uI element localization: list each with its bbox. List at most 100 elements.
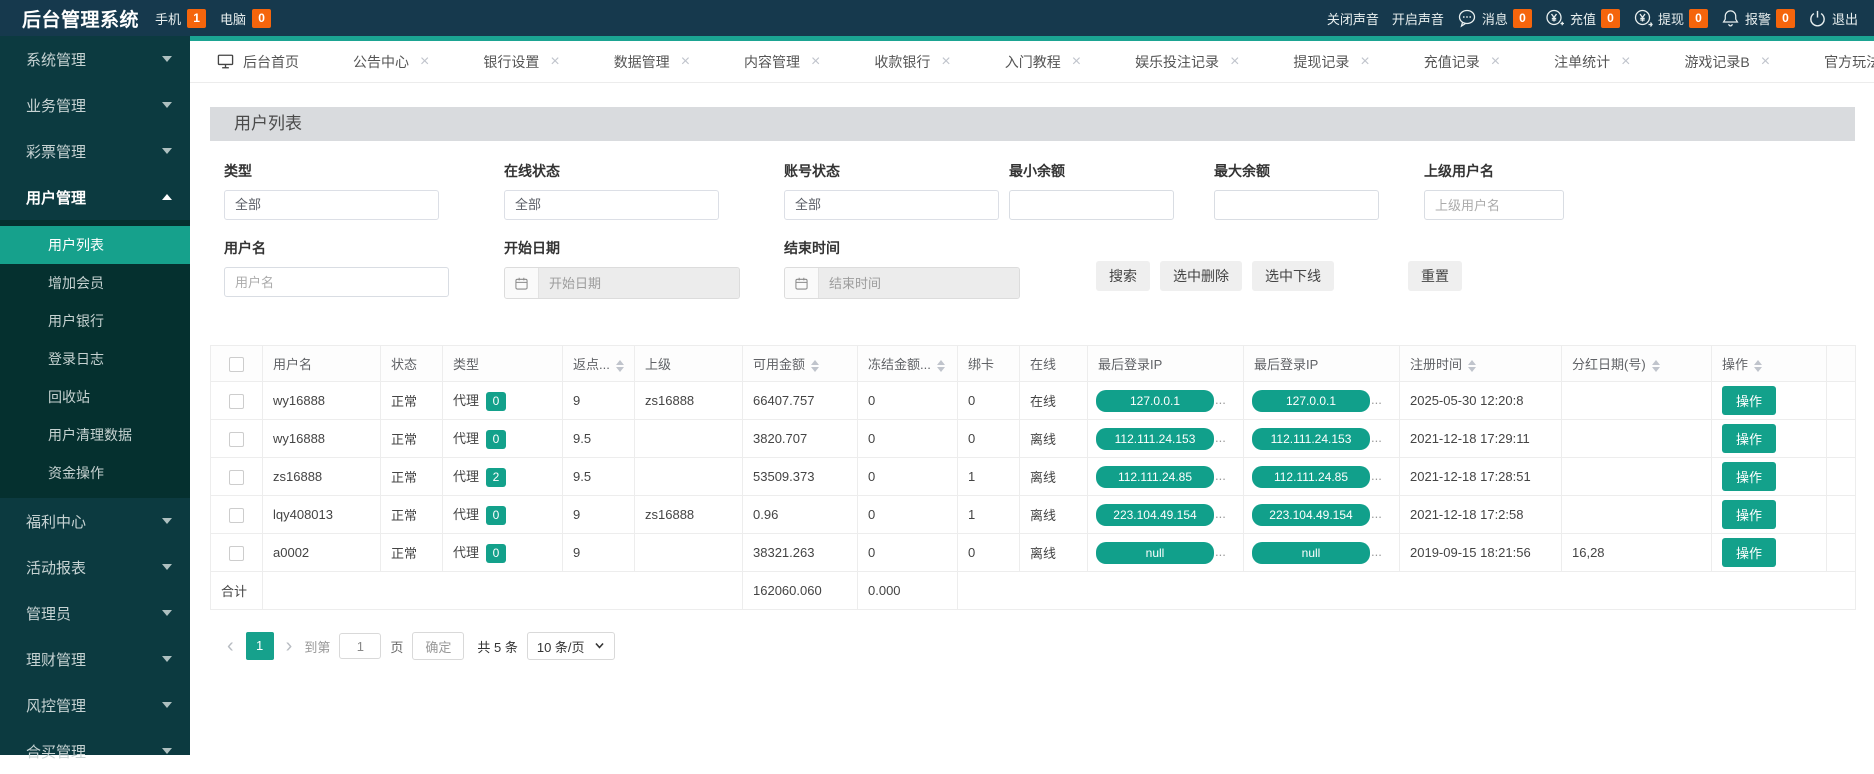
tab-item[interactable]: 入门教程× — [978, 41, 1108, 83]
type-select[interactable]: 全部 — [224, 190, 439, 220]
search-button[interactable]: 搜索 — [1096, 261, 1150, 291]
sidebar-item[interactable]: 回收站 — [0, 378, 190, 416]
offline-selected-button[interactable]: 选中下线 — [1252, 261, 1334, 291]
counter-alarm[interactable]: 报警0 — [1721, 8, 1795, 28]
confirm-button[interactable]: 确定 — [412, 632, 464, 660]
action-button[interactable]: 操作 — [1722, 386, 1776, 415]
cell-rebate: 9.5 — [563, 420, 635, 458]
action-button[interactable]: 操作 — [1722, 538, 1776, 567]
logout-button[interactable]: 退出 — [1808, 9, 1858, 28]
tab-item[interactable]: 银行设置× — [456, 41, 586, 83]
filter-label: 账号状态 — [784, 161, 1009, 181]
sound-on-link[interactable]: 开启声音 — [1392, 9, 1444, 28]
max-balance-input[interactable] — [1214, 190, 1379, 220]
ellipsis-label: ... — [1215, 544, 1226, 559]
cell-online: 离线 — [1020, 458, 1088, 496]
sidebar-item[interactable]: 登录日志 — [0, 340, 190, 378]
sound-off-link[interactable]: 关闭声音 — [1327, 9, 1379, 28]
tab-item[interactable]: 注单统计× — [1527, 41, 1657, 83]
sort-icon[interactable] — [1652, 360, 1660, 372]
row-checkbox[interactable] — [229, 432, 244, 447]
action-button[interactable]: 操作 — [1722, 462, 1776, 491]
counter-message[interactable]: 消息0 — [1457, 8, 1532, 28]
tab-item[interactable]: 游戏记录B× — [1657, 41, 1797, 83]
sidebar-group[interactable]: 理财管理 — [0, 636, 190, 682]
close-icon[interactable]: × — [1360, 53, 1369, 71]
sort-icon[interactable] — [811, 360, 819, 372]
sidebar-group[interactable]: 活动报表 — [0, 544, 190, 590]
ip-badge: 223.104.49.154 — [1096, 504, 1214, 526]
sidebar-group[interactable]: 风控管理 — [0, 682, 190, 728]
sort-icon[interactable] — [1754, 360, 1762, 372]
row-checkbox[interactable] — [229, 546, 244, 561]
sidebar-group[interactable]: 用户管理 — [0, 174, 190, 220]
close-icon[interactable]: × — [1621, 53, 1630, 71]
sidebar-item[interactable]: 用户银行 — [0, 302, 190, 340]
tab-item[interactable]: 充值记录× — [1397, 41, 1527, 83]
tab-item[interactable]: 娱乐投注记录× — [1108, 41, 1266, 83]
end-date-input[interactable] — [819, 268, 1019, 298]
delete-selected-button[interactable]: 选中删除 — [1160, 261, 1242, 291]
tab-item[interactable]: 提现记录× — [1266, 41, 1396, 83]
sidebar-group[interactable]: 业务管理 — [0, 82, 190, 128]
close-icon[interactable]: × — [550, 53, 559, 71]
reset-button[interactable]: 重置 — [1408, 261, 1462, 291]
goto-page-input[interactable] — [339, 633, 381, 659]
close-icon[interactable]: × — [1230, 53, 1239, 71]
cell-dividend — [1562, 458, 1712, 496]
tab-item[interactable]: 官方玩法× — [1797, 41, 1874, 83]
page-button-current[interactable]: 1 — [246, 632, 274, 660]
sidebar-group[interactable]: 系统管理 — [0, 36, 190, 82]
close-icon[interactable]: × — [681, 53, 690, 71]
close-icon[interactable]: × — [420, 53, 429, 71]
sidebar-item[interactable]: 用户清理数据 — [0, 416, 190, 454]
sidebar-group[interactable]: 福利中心 — [0, 498, 190, 544]
row-checkbox[interactable] — [229, 394, 244, 409]
parent-username-input[interactable] — [1424, 190, 1564, 220]
sort-icon[interactable] — [616, 360, 624, 372]
sort-icon[interactable] — [1468, 360, 1476, 372]
chevron-left-icon[interactable]: ‹ — [224, 632, 237, 660]
close-icon[interactable]: × — [941, 53, 950, 71]
action-button[interactable]: 操作 — [1722, 424, 1776, 453]
alarm-icon — [1721, 8, 1740, 28]
cell-type: 代理0 — [443, 496, 563, 534]
sidebar-group[interactable]: 彩票管理 — [0, 128, 190, 174]
tab-item[interactable]: 内容管理× — [717, 41, 847, 83]
close-icon[interactable]: × — [1491, 53, 1500, 71]
sidebar-item[interactable]: 资金操作 — [0, 454, 190, 492]
chevron-right-icon[interactable]: › — [283, 632, 296, 660]
tab-item[interactable]: 公告中心× — [326, 41, 456, 83]
sort-icon[interactable] — [937, 360, 945, 372]
close-icon[interactable]: × — [811, 53, 820, 71]
username-input[interactable] — [224, 267, 449, 297]
start-date-input[interactable] — [539, 268, 739, 298]
tab-item[interactable]: 数据管理× — [587, 41, 717, 83]
ip-badge: null — [1096, 542, 1214, 564]
col-header-reg_time: 注册时间 — [1400, 346, 1562, 382]
sidebar-item[interactable]: 用户列表 — [0, 226, 190, 264]
tab-item[interactable]: 收款银行× — [847, 41, 977, 83]
col-header-username: 用户名 — [263, 346, 381, 382]
col-header-rebate: 返点... — [563, 346, 635, 382]
count-badge: 0 — [1776, 9, 1795, 28]
sidebar-group[interactable]: 合买管理 — [0, 728, 190, 774]
sidebar-group-label: 风控管理 — [26, 695, 162, 716]
per-page-select[interactable]: 10 条/页 — [527, 632, 615, 660]
row-checkbox[interactable] — [229, 508, 244, 523]
sidebar-item[interactable]: 增加会员 — [0, 264, 190, 302]
tab-home[interactable]: 后台首页 — [190, 41, 326, 83]
row-checkbox[interactable] — [229, 470, 244, 485]
select-all-checkbox[interactable] — [229, 357, 244, 372]
account-status-select[interactable]: 全部 — [784, 190, 999, 220]
filter-label: 类型 — [224, 161, 504, 181]
sidebar-group[interactable]: 管理员 — [0, 590, 190, 636]
action-button[interactable]: 操作 — [1722, 500, 1776, 529]
counter-withdraw[interactable]: 提现0 — [1633, 8, 1708, 28]
close-icon[interactable]: × — [1761, 53, 1770, 71]
close-icon[interactable]: × — [1072, 53, 1081, 71]
online-status-select[interactable]: 全部 — [504, 190, 719, 220]
min-balance-input[interactable] — [1009, 190, 1174, 220]
counter-recharge[interactable]: 充值0 — [1545, 8, 1620, 28]
sidebar-group-label: 用户管理 — [26, 187, 162, 208]
